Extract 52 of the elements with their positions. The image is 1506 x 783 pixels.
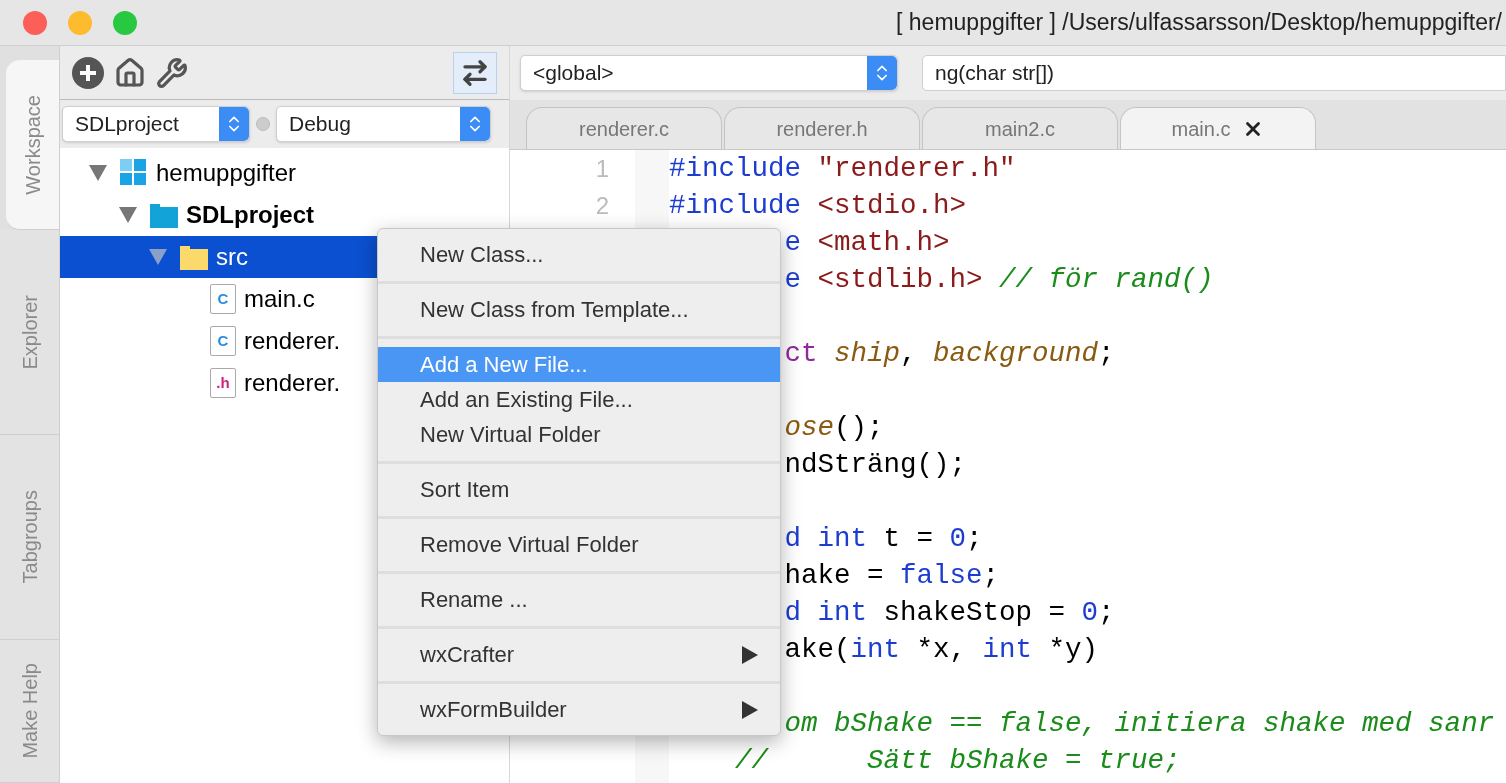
expanded-triangle-icon[interactable] <box>149 249 167 265</box>
code-line: d int shakeStop = 0; <box>783 598 1115 627</box>
code-line: #include <stdio.h> <box>669 191 967 220</box>
menu-item[interactable]: Add an Existing File... <box>378 382 780 417</box>
file-icon: C <box>210 284 236 314</box>
close-window-icon[interactable] <box>23 10 47 35</box>
code-line: om bShake == false, initiera shake med sanr <box>783 709 1495 738</box>
menu-item[interactable]: New Class from Template... <box>378 292 780 327</box>
file-tab[interactable]: renderer.h <box>724 107 920 149</box>
sync-button[interactable] <box>453 51 497 94</box>
menu-item[interactable]: New Virtual Folder <box>378 417 780 452</box>
code-line: ake(int *x, int *y) <box>783 635 1099 664</box>
grid-icon <box>120 159 148 187</box>
stepper-icon <box>867 56 897 90</box>
code-line: ct ship, background; <box>783 339 1115 368</box>
expanded-triangle-icon[interactable] <box>89 165 107 181</box>
file-tab[interactable]: main2.c <box>922 107 1118 149</box>
file-icon: .h <box>210 368 236 398</box>
swap-arrows-icon <box>460 57 490 88</box>
tree-item[interactable]: SDLproject <box>60 194 509 236</box>
project-select[interactable]: SDLproject <box>62 106 250 142</box>
menu-item[interactable]: Rename ... <box>378 582 780 617</box>
folder-icon <box>150 202 178 228</box>
code-line: e <math.h> <box>783 228 950 257</box>
file-icon: C <box>210 326 236 356</box>
home-icon[interactable] <box>114 56 146 89</box>
folder-icon <box>180 244 208 270</box>
expanded-triangle-icon[interactable] <box>119 207 137 223</box>
line-number: 2 <box>594 190 609 221</box>
menu-item[interactable]: wxCrafter <box>378 637 780 672</box>
code-line: e <stdlib.h> // för rand() <box>783 265 1214 294</box>
menu-item[interactable]: wxFormBuilder <box>378 692 780 727</box>
file-tab[interactable]: renderer.c <box>526 107 722 149</box>
code-line: // Sätt bShake = true; <box>734 746 1181 775</box>
code-line: ose(); <box>783 413 884 442</box>
scope-select[interactable]: <global> <box>520 55 898 91</box>
stepper-icon <box>460 107 490 141</box>
configuration-select[interactable]: Debug <box>276 106 491 142</box>
function-field[interactable]: ng(char str[]) <box>922 55 1506 91</box>
code-line: hake = false; <box>783 561 1000 590</box>
line-number: 1 <box>594 153 609 184</box>
stepper-icon <box>219 107 249 141</box>
tree-item[interactable]: hemuppgifter <box>60 152 509 194</box>
window-title: [ hemuppgifter ] /Users/ulfassarsson/Desktop/hemuppgifter/ <box>896 8 1503 38</box>
file-tab[interactable]: main.c <box>1120 107 1316 149</box>
menu-item[interactable]: Remove Virtual Folder <box>378 527 780 562</box>
add-icon[interactable] <box>72 56 104 89</box>
code-line: #include "renderer.h" <box>669 154 1016 183</box>
menu-item[interactable]: Sort Item <box>378 472 780 507</box>
settings-icon[interactable] <box>156 56 188 89</box>
code-line: d int t = 0; <box>783 524 983 553</box>
code-line: ndSträng(); <box>783 450 967 479</box>
